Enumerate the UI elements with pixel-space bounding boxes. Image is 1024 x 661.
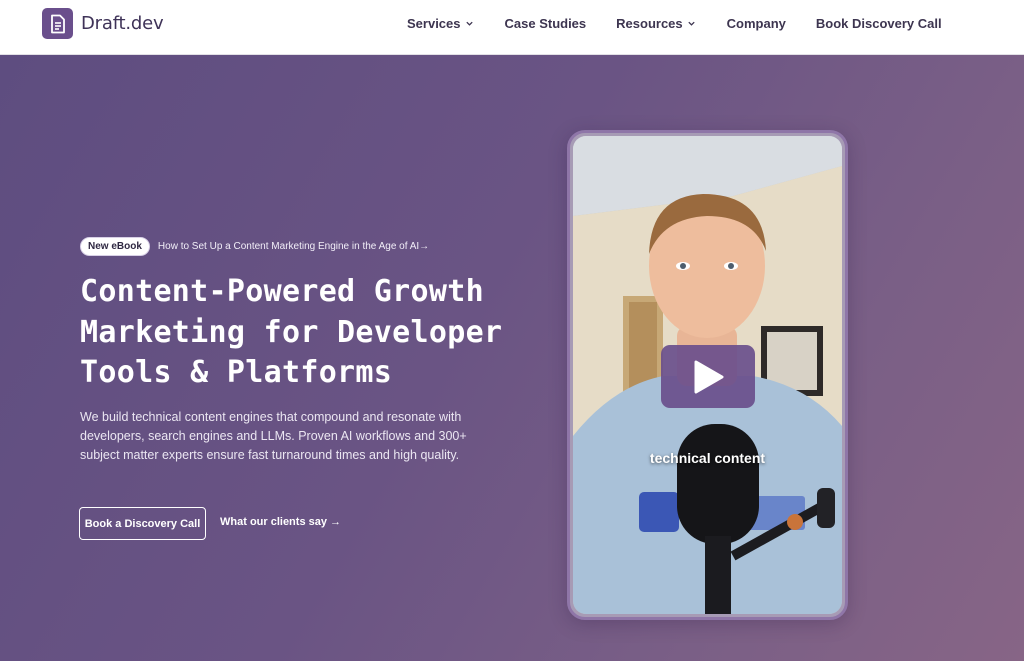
headline-line: Tools & Platforms <box>80 355 393 390</box>
headline-line: Marketing for Developer <box>80 314 503 350</box>
site-header: Draft.dev Services Case Studies Resource… <box>0 0 1024 55</box>
hero-headline: Content-Powered Growth Marketing for Dev… <box>80 272 550 394</box>
video-caption: technical content <box>649 450 766 466</box>
chevron-down-icon <box>465 21 473 26</box>
brand-name: Draft.dev <box>81 13 164 34</box>
hero-description: We build technical content engines that … <box>80 410 467 462</box>
nav-case-studies[interactable]: Case Studies <box>505 16 587 31</box>
main-nav: Services Case Studies Resources Company … <box>407 16 942 31</box>
nav-book-discovery-call[interactable]: Book Discovery Call <box>816 16 942 31</box>
nav-label: Services <box>407 16 461 31</box>
client-testimonials-link[interactable]: What our clients say → <box>220 516 341 528</box>
nav-resources[interactable]: Resources <box>616 16 695 31</box>
nav-label: Book Discovery Call <box>815 16 942 31</box>
video-card[interactable]: technical content <box>567 130 848 620</box>
headline-line: Content-Powered Growth <box>80 274 484 309</box>
nav-label: Resources <box>616 16 683 31</box>
play-button[interactable] <box>661 345 755 408</box>
nav-services[interactable]: Services <box>407 16 474 31</box>
ebook-promo-text: How to Set Up a Content Marketing Engine… <box>157 241 430 252</box>
brand-link[interactable]: Draft.dev <box>42 8 164 39</box>
book-discovery-call-button[interactable]: Book a Discovery Call <box>79 507 206 540</box>
new-ebook-badge: New eBook <box>80 237 150 256</box>
document-icon <box>42 8 73 39</box>
nav-label: Company <box>726 16 786 31</box>
video-thumbnail: technical content <box>573 136 842 614</box>
play-icon <box>694 360 724 393</box>
chevron-down-icon <box>687 21 695 26</box>
ebook-promo[interactable]: New eBook How to Set Up a Content Market… <box>80 237 429 256</box>
nav-label: Case Studies <box>504 16 587 31</box>
nav-company[interactable]: Company <box>727 16 786 31</box>
